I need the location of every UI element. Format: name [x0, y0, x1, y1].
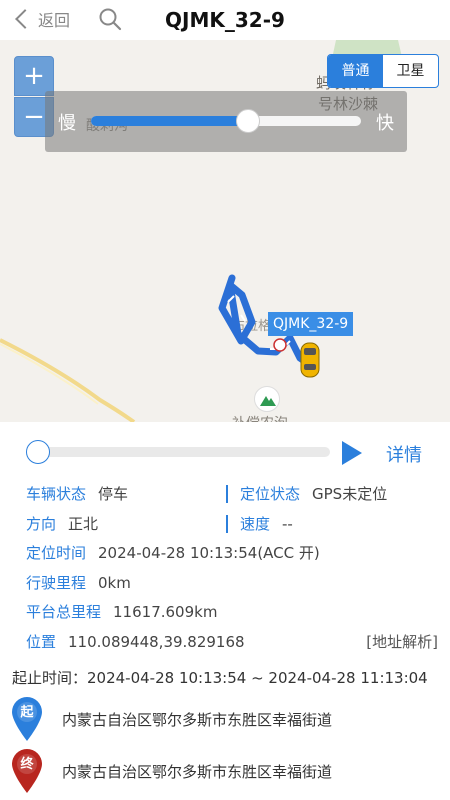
vehicle-status-value: 停车	[98, 485, 129, 503]
direction-label: 方向	[26, 515, 57, 533]
position-status-row: 定位状态 GPS未定位	[240, 483, 387, 505]
speed-row: 速度 --	[240, 513, 293, 535]
start-location-row: 起 内蒙古自治区鄂尔多斯市东胜区幸福街道	[10, 696, 440, 746]
position-status-value: GPS未定位	[312, 485, 388, 503]
map-type-toggle: 普通 卫星	[327, 54, 439, 88]
position-row: 位置 110.089448,39.829168	[26, 631, 245, 653]
playback-bar: 详情	[0, 422, 450, 482]
playback-slider-thumb[interactable]	[26, 440, 50, 464]
speed-value: --	[282, 515, 293, 533]
speed-fast-label: 快	[376, 113, 394, 134]
place-label-5: 补偿农泡	[232, 415, 288, 422]
total-mileage-row: 平台总里程 11617.609km	[26, 601, 217, 623]
direction-row: 方向 正北	[26, 513, 98, 535]
speed-fill	[91, 116, 248, 126]
speed-slider[interactable]	[91, 109, 361, 133]
divider	[226, 515, 228, 533]
end-address: 内蒙古自治区鄂尔多斯市东胜区幸福街道	[62, 763, 333, 781]
map-type-satellite[interactable]: 卫星	[383, 55, 438, 87]
speed-control: 慢 快	[45, 91, 407, 152]
position-status-label: 定位状态	[240, 485, 301, 503]
speed-slider-thumb[interactable]	[235, 109, 260, 133]
zoom-in-button[interactable]: +	[14, 56, 54, 96]
locate-time-label: 定位时间	[26, 544, 87, 562]
start-marker	[273, 338, 287, 352]
start-pin-label: 起	[20, 705, 34, 720]
start-pin-icon: 起	[10, 696, 44, 742]
speed-label: 速度	[240, 515, 271, 533]
address-parse-link[interactable]: [地址解析]	[366, 631, 438, 653]
time-range: 起止时间：2024-04-28 10:13:54 ~ 2024-04-28 11…	[12, 669, 428, 687]
vehicle-status-label: 车辆状态	[26, 485, 87, 503]
vehicle-label: QJMK_32-9	[268, 312, 354, 336]
end-location-row: 终 内蒙古自治区鄂尔多斯市东胜区幸福街道	[10, 748, 440, 798]
map-type-normal[interactable]: 普通	[328, 55, 383, 87]
locate-time-value: 2024-04-28 10:13:54(ACC 开)	[98, 544, 320, 562]
total-mileage-value: 11617.609km	[113, 603, 218, 621]
end-pin-icon: 终	[10, 748, 44, 794]
play-icon[interactable]	[342, 441, 362, 465]
map-view[interactable]: 蚂坟林标190 号林沙棘 酸刺沟 布拉格 补偿农泡 + − 普通 卫星 慢 快 …	[0, 40, 450, 422]
total-mileage-label: 平台总里程	[26, 603, 102, 621]
page-title: QJMK_32-9	[165, 8, 285, 32]
mileage-label: 行驶里程	[26, 574, 87, 592]
playback-slider[interactable]	[26, 440, 330, 464]
speed-slow-label: 慢	[58, 113, 76, 134]
end-pin-label: 终	[20, 757, 34, 772]
app-header: 返回 QJMK_32-9	[0, 0, 450, 40]
mountain-icon	[254, 386, 280, 412]
divider	[226, 485, 228, 503]
position-label: 位置	[26, 633, 57, 651]
vehicle-status-row: 车辆状态 停车	[26, 483, 128, 505]
direction-value: 正北	[68, 515, 99, 533]
start-address: 内蒙古自治区鄂尔多斯市东胜区幸福街道	[62, 711, 333, 729]
locate-time-row: 定位时间 2024-04-28 10:13:54(ACC 开)	[26, 542, 320, 564]
position-value: 110.089448,39.829168	[68, 633, 245, 651]
detail-button[interactable]: 详情	[386, 441, 422, 467]
car-icon[interactable]	[299, 342, 321, 378]
mileage-value: 0km	[98, 574, 131, 592]
mileage-row: 行驶里程 0km	[26, 572, 131, 594]
